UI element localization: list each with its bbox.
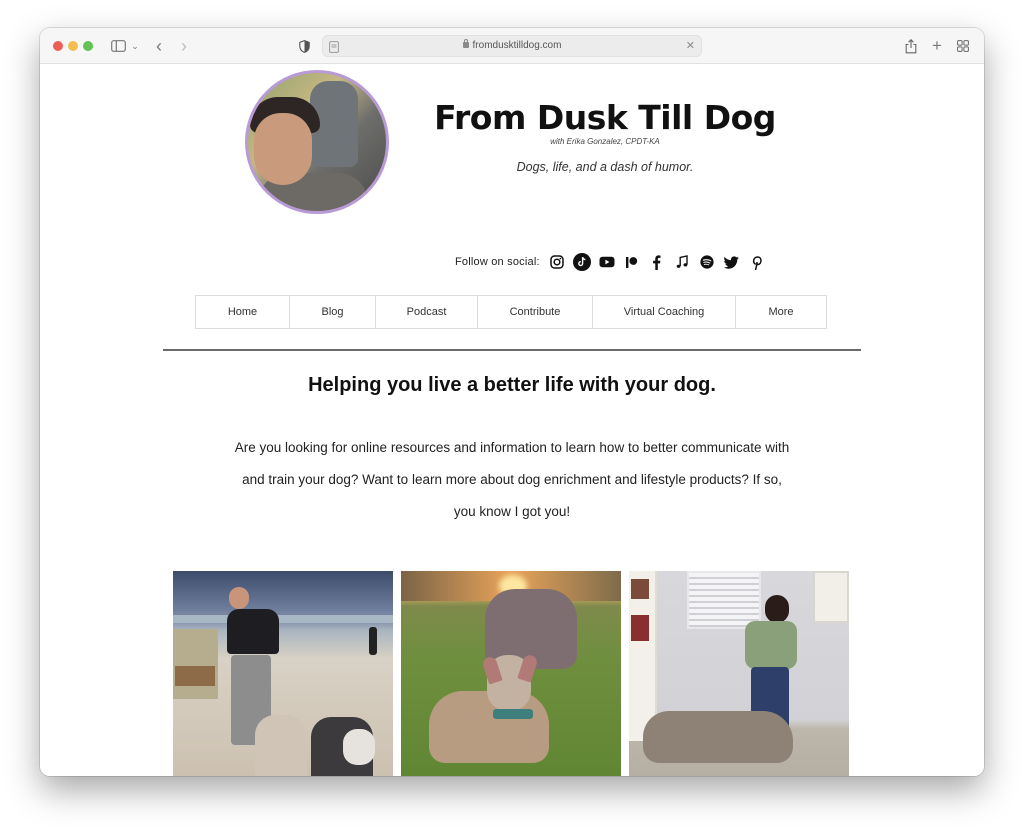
back-button[interactable]: ‹ <box>152 36 166 56</box>
nav-item-more[interactable]: More <box>736 296 826 328</box>
social-links: Follow on social: <box>455 253 773 271</box>
photo-shelf-item <box>631 579 649 599</box>
spotify-icon[interactable] <box>698 253 716 271</box>
section-divider <box>163 349 861 351</box>
photo-dunes <box>173 629 218 699</box>
lock-icon <box>462 39 469 48</box>
photo-husky-1 <box>255 715 307 776</box>
address-bar[interactable]: fromdusktilldog.com ✕ <box>322 35 702 57</box>
music-note-icon[interactable] <box>673 253 691 271</box>
close-window-button[interactable] <box>53 41 63 51</box>
twitter-icon[interactable] <box>723 253 741 271</box>
forward-button[interactable]: › <box>177 36 191 56</box>
nav-item-virtual-coaching[interactable]: Virtual Coaching <box>593 296 736 328</box>
photo-person-jacket <box>227 609 279 654</box>
site-title[interactable]: From Dusk Till Dog <box>430 98 780 137</box>
pinterest-icon[interactable] <box>748 253 766 271</box>
instagram-icon[interactable] <box>548 253 566 271</box>
nav-item-contribute[interactable]: Contribute <box>478 296 593 328</box>
url-display[interactable]: fromdusktilldog.com <box>323 39 701 51</box>
social-label: Follow on social: <box>455 256 540 268</box>
patreon-icon[interactable] <box>623 253 641 271</box>
photo-person-hair <box>765 595 789 623</box>
photo-dog-harness <box>493 709 533 719</box>
photo-dog-front-body <box>429 691 549 763</box>
main-heading: Helping you live a better life with your… <box>308 374 716 396</box>
photo-beach-huskies[interactable] <box>173 571 393 776</box>
zoom-window-button[interactable] <box>83 41 93 51</box>
sidebar-icon[interactable] <box>110 36 126 56</box>
photo-grey-dog <box>643 711 793 763</box>
photo-sky <box>173 571 393 611</box>
facebook-icon[interactable] <box>648 253 666 271</box>
browser-toolbar: ⌄ ‹ › fromdusktilldog.com ✕ + <box>40 28 984 64</box>
photo-dogs-sunset[interactable] <box>401 571 621 776</box>
nav-item-podcast[interactable]: Podcast <box>376 296 478 328</box>
site-byline: with Erika Gonzalez, CPDT-KA <box>550 137 660 146</box>
shield-icon[interactable] <box>297 36 311 56</box>
photo-person-top <box>745 621 797 669</box>
browser-window: ⌄ ‹ › fromdusktilldog.com ✕ + From Dusk … <box>40 28 984 776</box>
intro-paragraph: Are you looking for online resources and… <box>234 440 790 519</box>
nav-item-blog[interactable]: Blog <box>290 296 376 328</box>
tiktok-icon[interactable] <box>572 253 591 271</box>
photo-sign <box>175 666 215 686</box>
url-text: fromdusktilldog.com <box>472 40 562 51</box>
main-navigation: Home Blog Podcast Contribute Virtual Coa… <box>195 295 827 329</box>
close-icon[interactable]: ✕ <box>686 39 695 52</box>
photo-shelf-books <box>631 615 649 641</box>
photo-window-blinds <box>687 571 761 629</box>
plus-icon[interactable]: + <box>930 36 944 56</box>
youtube-icon[interactable] <box>598 253 616 271</box>
nav-item-home[interactable]: Home <box>196 296 290 328</box>
chevron-down-icon[interactable]: ⌄ <box>130 36 140 56</box>
grid-icon[interactable] <box>956 36 970 56</box>
photo-indoor-training[interactable] <box>629 571 849 776</box>
photo-sea <box>173 615 393 623</box>
minimize-window-button[interactable] <box>68 41 78 51</box>
photo-distant-person <box>369 627 377 655</box>
photo-wall-art <box>813 571 849 623</box>
site-tagline: Dogs, life, and a dash of humor. <box>516 160 694 174</box>
photo-person-head <box>229 587 249 609</box>
share-icon[interactable] <box>904 36 918 56</box>
profile-avatar <box>245 70 389 214</box>
photo-husky-2-face <box>343 729 375 765</box>
avatar-face <box>254 113 312 185</box>
web-page: From Dusk Till Dog with Erika Gonzalez, … <box>40 64 984 776</box>
